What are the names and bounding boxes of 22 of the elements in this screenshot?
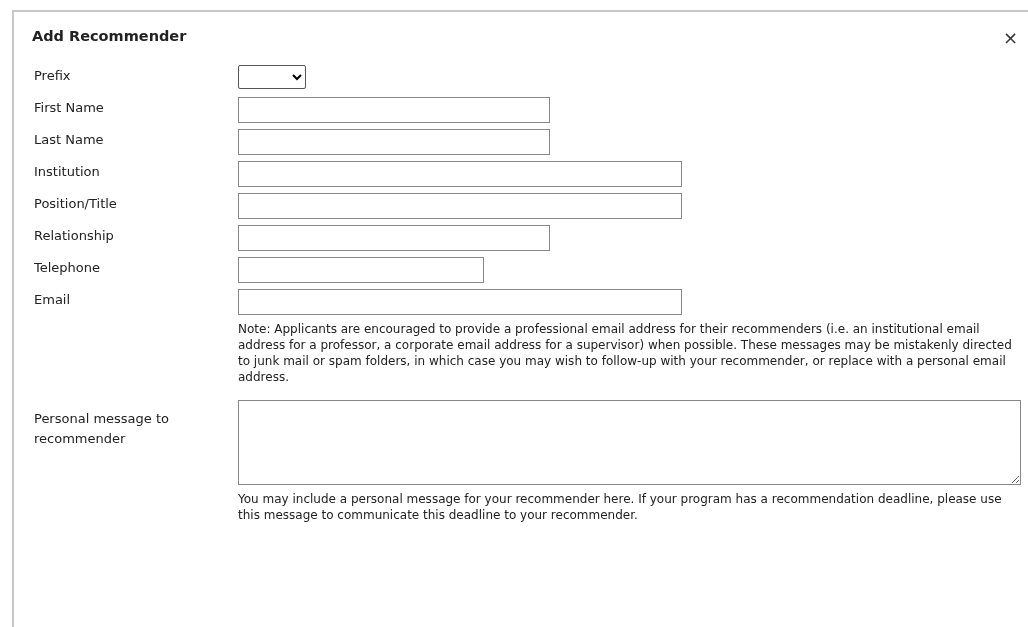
close-button[interactable]: × [1000, 23, 1020, 51]
field-label: Personal message to recommender [34, 410, 170, 448]
field-label: Position/Title [34, 195, 118, 213]
input-field[interactable] [238, 225, 550, 251]
note-text: You may include a personal message for your recommender here. If your program has a recommendation deadline, please use this message to communicate this deadline to your recommender. [238, 491, 1003, 523]
input-field[interactable] [238, 97, 550, 123]
field-label: First Name [34, 99, 105, 117]
field-label: Prefix [34, 67, 72, 85]
field-label: Telephone [34, 259, 102, 277]
field-label: Relationship [34, 227, 115, 245]
note-text: Note: Applicants are encouraged to provide a professional email address for their recommenders (i.e. an institutional email address for a professor, a corporate email address for a supervisor) when possible. These messages may be mistakenly directed to junk mail or spam folders, in which case you may wish to follow-up with your recommender, or replace with a personal email address. [238, 321, 1013, 385]
input-field[interactable] [238, 129, 550, 155]
message-textarea[interactable] [238, 400, 1021, 485]
input-field[interactable] [238, 289, 682, 315]
field-label: Last Name [34, 131, 105, 149]
input-field[interactable] [238, 193, 682, 219]
prefix-select[interactable] [238, 65, 306, 89]
input-field[interactable] [238, 257, 484, 283]
field-label: Institution [34, 163, 101, 181]
field-label: Email [34, 291, 72, 309]
dialog-title: Add Recommender [32, 27, 187, 47]
input-field[interactable] [238, 161, 682, 187]
